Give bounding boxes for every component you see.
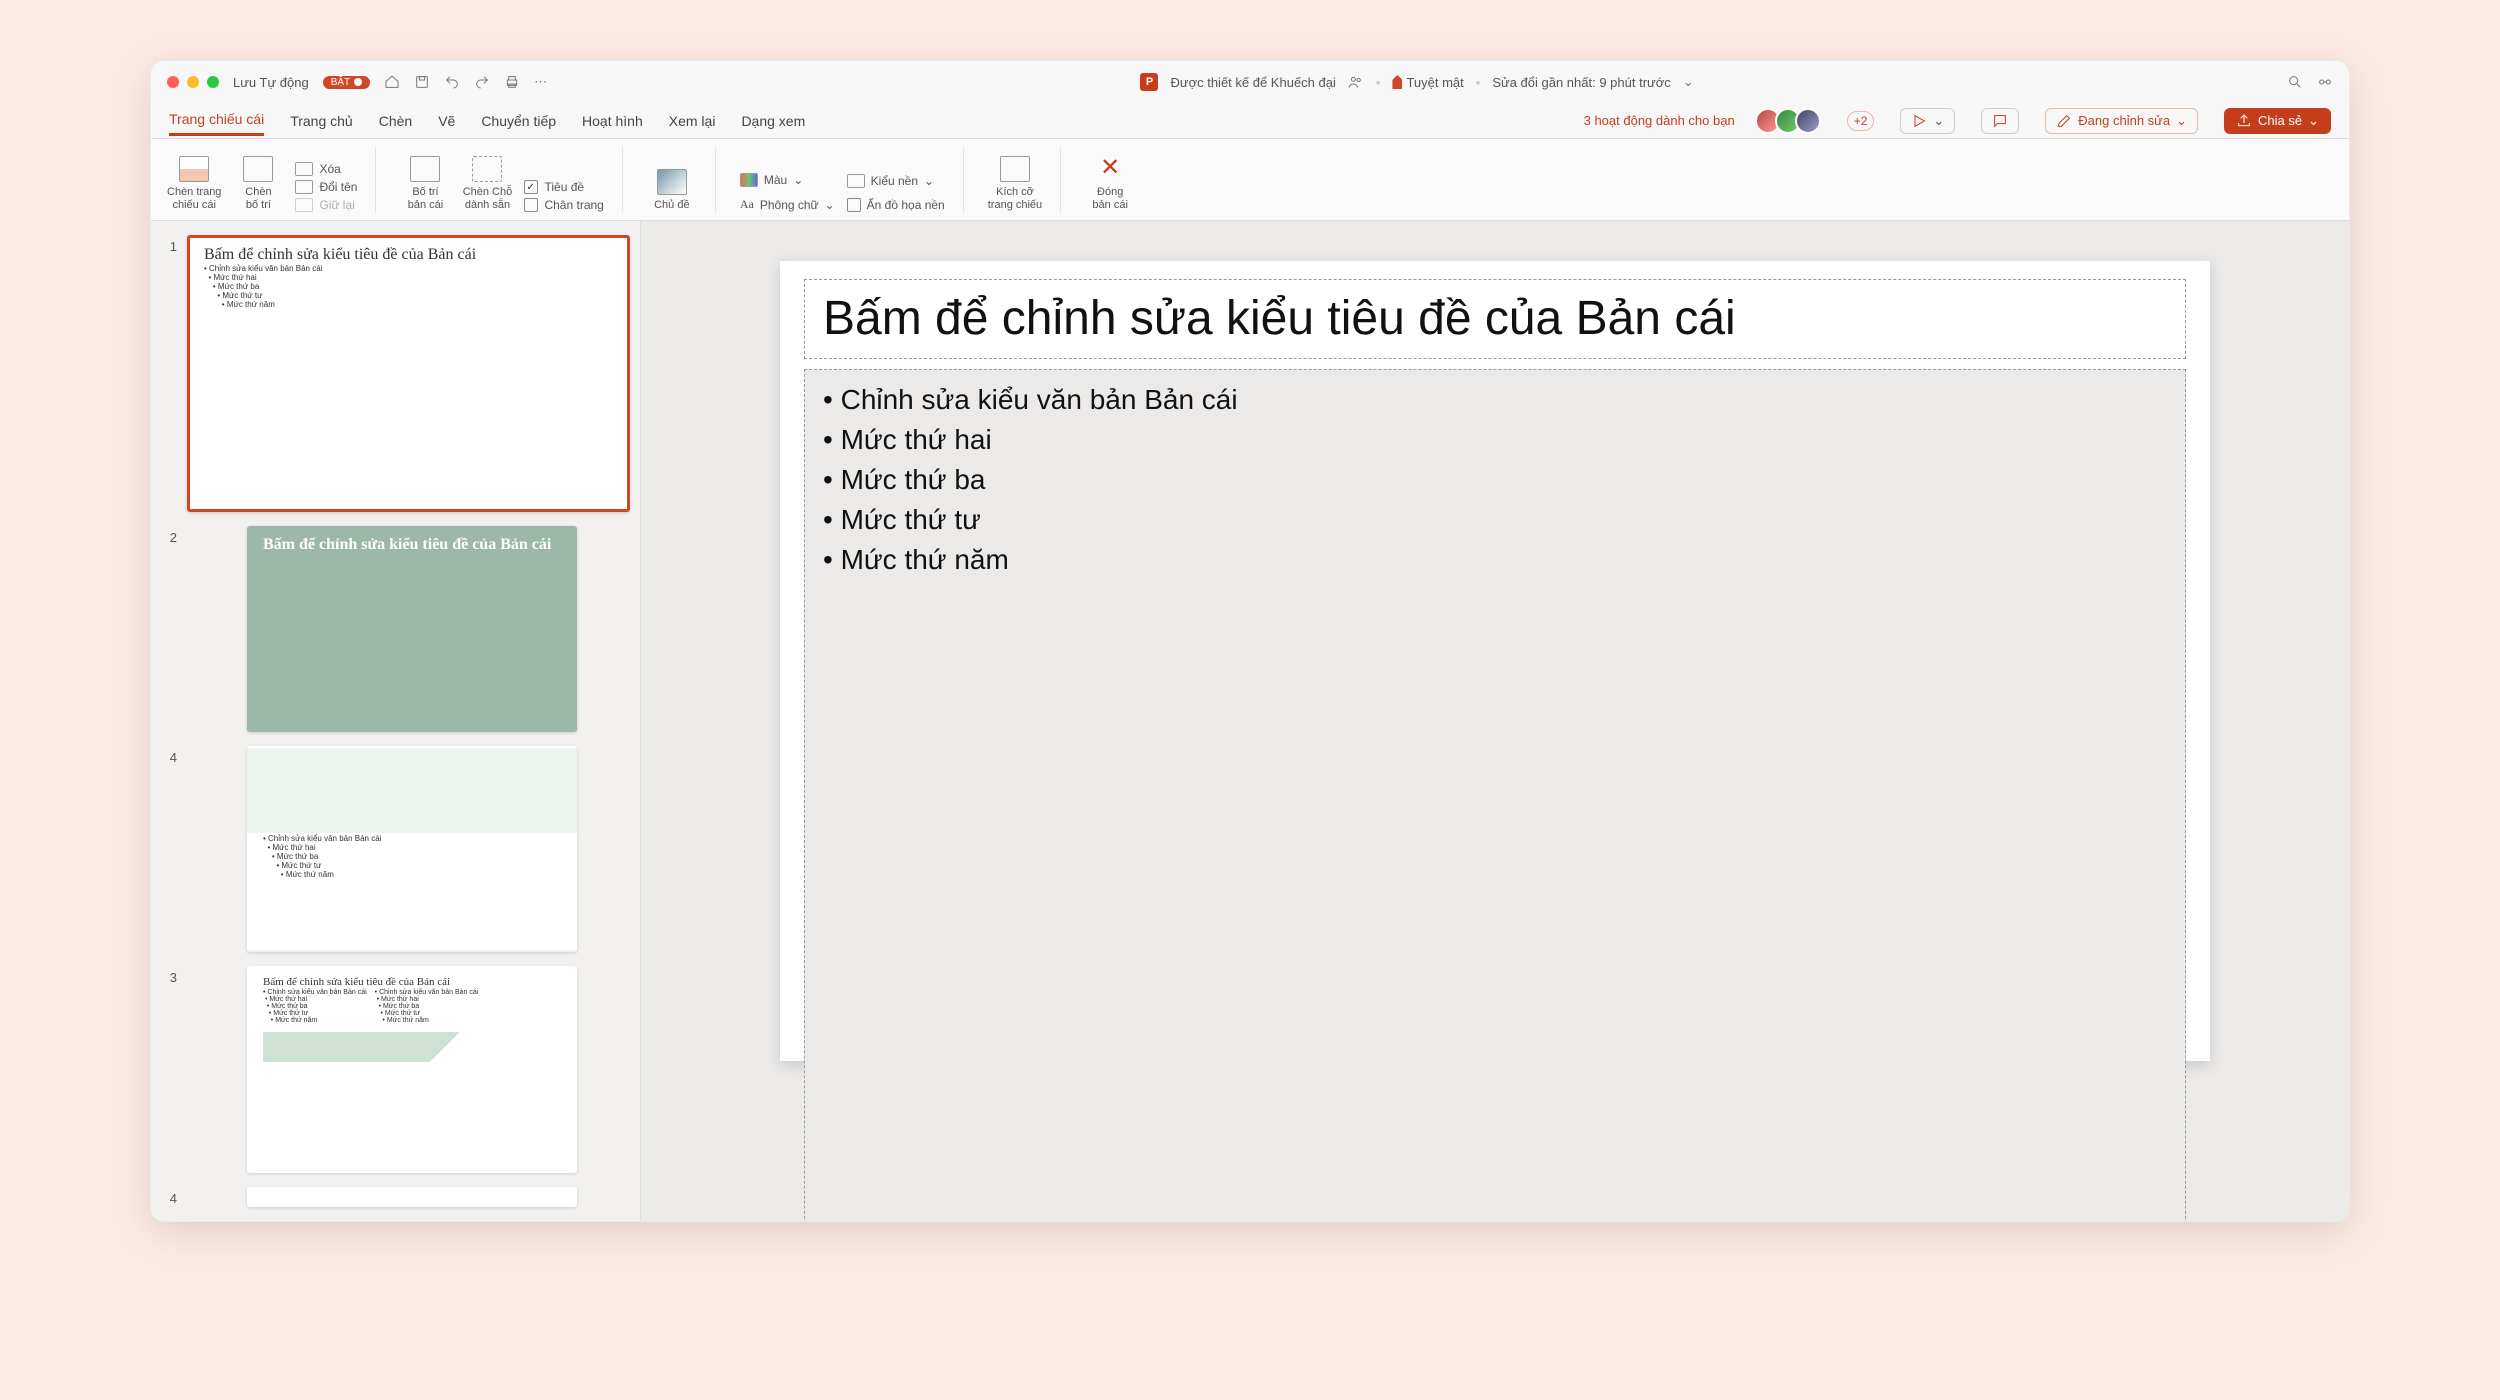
preserve-button[interactable]: Giữ lại bbox=[295, 198, 357, 212]
themes-icon bbox=[657, 169, 687, 195]
thumb-title: Bấm để chỉnh sửa kiểu tiêu đề của Bản cá… bbox=[263, 976, 561, 989]
close-master-button[interactable]: ✕Đóng bản cái bbox=[1085, 156, 1135, 212]
insert-layout-button[interactable]: Chèn bố trí bbox=[233, 156, 283, 212]
bullet-l2[interactable]: Mức thứ hai bbox=[823, 420, 1238, 460]
app-window: Lưu Tự động BẬT ⋯ P Được thiết kế để Khu… bbox=[150, 60, 2350, 1222]
tab-transitions[interactable]: Chuyển tiếp bbox=[481, 107, 556, 135]
slide-master-icon bbox=[179, 156, 209, 182]
ribbon: Chèn trang chiếu cái Chèn bố trí Xóa Đổi… bbox=[151, 139, 2349, 221]
comments-button[interactable] bbox=[1981, 108, 2019, 134]
rename-icon bbox=[295, 180, 313, 194]
layout-thumbnail[interactable]: • Chỉnh sửa kiểu văn bản Bản cái • Mức t… bbox=[247, 746, 577, 952]
separator: • bbox=[1376, 75, 1381, 90]
shield-icon bbox=[1392, 75, 1402, 89]
save-icon[interactable] bbox=[414, 74, 430, 90]
thumb-number: 2 bbox=[161, 526, 177, 545]
search-icon[interactable] bbox=[2287, 74, 2303, 90]
insert-slide-master-button[interactable]: Chèn trang chiếu cái bbox=[167, 156, 221, 212]
layout-icon bbox=[243, 156, 273, 182]
rename-button[interactable]: Đổi tên bbox=[295, 180, 357, 194]
traffic-lights bbox=[167, 76, 219, 88]
document-title[interactable]: Được thiết kế để Khuếch đại bbox=[1170, 75, 1335, 90]
tab-home[interactable]: Trang chủ bbox=[290, 107, 353, 135]
autosave-label: Lưu Tự động bbox=[233, 75, 309, 90]
bullet-l3[interactable]: Mức thứ ba bbox=[823, 460, 1238, 500]
tab-insert[interactable]: Chèn bbox=[379, 107, 412, 135]
slide-master[interactable]: Bấm để chỉnh sửa kiểu tiêu đề của Bản cá… bbox=[780, 261, 2210, 1061]
thumb-number: 1 bbox=[161, 235, 177, 254]
app-icon: P bbox=[1140, 73, 1158, 91]
layout-thumbnail[interactable]: Bấm để chỉnh sửa kiểu tiêu đề của Bản cá… bbox=[247, 966, 577, 1172]
checkbox-icon bbox=[847, 198, 861, 212]
avatar[interactable] bbox=[1795, 108, 1821, 134]
undo-icon[interactable] bbox=[444, 74, 460, 90]
background-icon bbox=[847, 174, 865, 188]
more-avatars[interactable]: +2 bbox=[1847, 111, 1875, 131]
editor-body: 1 Bấm để chỉnh sửa kiểu tiêu đề của Bản … bbox=[151, 221, 2349, 1221]
thumb-number: 4 bbox=[161, 1187, 177, 1206]
close-window-icon[interactable] bbox=[167, 76, 179, 88]
checkbox-icon bbox=[524, 180, 538, 194]
presence-avatars[interactable] bbox=[1761, 108, 1821, 134]
activity-feed[interactable]: 3 hoạt động dành cho bạn bbox=[1584, 113, 1735, 128]
fonts-icon: Aa bbox=[740, 197, 754, 212]
themes-button[interactable]: Chủ đề bbox=[647, 169, 697, 212]
title-placeholder[interactable]: Bấm để chỉnh sửa kiểu tiêu đề của Bản cá… bbox=[804, 279, 2186, 359]
body-placeholder[interactable]: Chỉnh sửa kiểu văn bản Bản cái Mức thứ h… bbox=[804, 369, 2186, 1221]
close-icon: ✕ bbox=[1095, 156, 1125, 182]
last-modified[interactable]: Sửa đổi gần nhất: 9 phút trước bbox=[1492, 75, 1670, 90]
redo-icon[interactable] bbox=[474, 74, 490, 90]
editing-mode-button[interactable]: Đang chỉnh sửa ⌄ bbox=[2045, 108, 2198, 134]
colors-button[interactable]: Màu ⌄ bbox=[740, 173, 835, 187]
insert-placeholder-button[interactable]: Chèn Chỗ dành sẵn bbox=[462, 156, 512, 212]
thumbnail-panel[interactable]: 1 Bấm để chỉnh sửa kiểu tiêu đề của Bản … bbox=[151, 221, 641, 1221]
separator: • bbox=[1476, 75, 1481, 90]
master-layout-button[interactable]: Bố trí bản cái bbox=[400, 156, 450, 212]
bullet-l1[interactable]: Chỉnh sửa kiểu văn bản Bản cái bbox=[823, 380, 1238, 420]
maximize-window-icon[interactable] bbox=[207, 76, 219, 88]
ribbon-tabs: Trang chiếu cái Trang chủ Chèn Vẽ Chuyển… bbox=[151, 103, 2349, 139]
pin-icon bbox=[295, 198, 313, 212]
more-icon[interactable]: ⋯ bbox=[534, 74, 547, 90]
thumb-number: 3 bbox=[161, 966, 177, 985]
tab-slide-master[interactable]: Trang chiếu cái bbox=[169, 105, 264, 136]
sensitivity-label[interactable]: Tuyệt mật bbox=[1392, 75, 1463, 90]
present-button[interactable]: ⌄ bbox=[1900, 108, 1955, 134]
slide-size-icon bbox=[1000, 156, 1030, 182]
hide-background-checkbox[interactable]: Ẩn đồ họa nền bbox=[847, 198, 945, 212]
delete-icon bbox=[295, 162, 313, 176]
layout-thumbnail[interactable] bbox=[247, 1187, 577, 1207]
master-thumbnail[interactable]: Bấm để chỉnh sửa kiểu tiêu đề của Bản cá… bbox=[187, 235, 630, 512]
placeholder-icon bbox=[472, 156, 502, 182]
background-styles-button[interactable]: Kiểu nền ⌄ bbox=[847, 174, 945, 188]
bullet-l4[interactable]: Mức thứ tư bbox=[823, 500, 1238, 540]
slide-canvas[interactable]: Bấm để chỉnh sửa kiểu tiêu đề của Bản cá… bbox=[641, 221, 2349, 1221]
share-button[interactable]: Chia sẻ ⌄ bbox=[2224, 108, 2331, 134]
master-layout-icon bbox=[410, 156, 440, 182]
thumb-number: 4 bbox=[161, 746, 177, 765]
layout-thumbnail[interactable]: Bấm để chỉnh sửa kiểu tiêu đề của Bản cá… bbox=[247, 526, 577, 732]
people-icon[interactable] bbox=[1348, 74, 1364, 90]
collab-icon[interactable] bbox=[2317, 74, 2333, 90]
checkbox-icon bbox=[524, 198, 538, 212]
print-icon[interactable] bbox=[504, 74, 520, 90]
slide-size-button[interactable]: Kích cỡ trang chiếu bbox=[988, 156, 1042, 212]
fonts-button[interactable]: AaPhông chữ ⌄ bbox=[740, 197, 835, 212]
tab-review[interactable]: Xem lại bbox=[669, 107, 716, 135]
thumb-title: Bấm để chỉnh sửa kiểu tiêu đề của Bản cá… bbox=[263, 536, 561, 554]
autosave-toggle[interactable]: BẬT bbox=[323, 76, 370, 89]
chevron-down-icon[interactable]: ⌄ bbox=[1683, 74, 1694, 90]
tab-draw[interactable]: Vẽ bbox=[438, 107, 455, 135]
footer-checkbox[interactable]: Chân trang bbox=[524, 198, 603, 212]
thumb-title: Bấm để chỉnh sửa kiểu tiêu đề của Bản cá… bbox=[204, 246, 613, 264]
home-icon[interactable] bbox=[384, 74, 400, 90]
title-checkbox[interactable]: Tiêu đề bbox=[524, 180, 603, 194]
colors-icon bbox=[740, 173, 758, 187]
tab-view[interactable]: Dạng xem bbox=[741, 107, 805, 135]
tab-animations[interactable]: Hoạt hình bbox=[582, 107, 643, 135]
delete-button[interactable]: Xóa bbox=[295, 162, 357, 176]
bullet-l5[interactable]: Mức thứ năm bbox=[823, 540, 1238, 580]
titlebar: Lưu Tự động BẬT ⋯ P Được thiết kế để Khu… bbox=[151, 61, 2349, 103]
minimize-window-icon[interactable] bbox=[187, 76, 199, 88]
